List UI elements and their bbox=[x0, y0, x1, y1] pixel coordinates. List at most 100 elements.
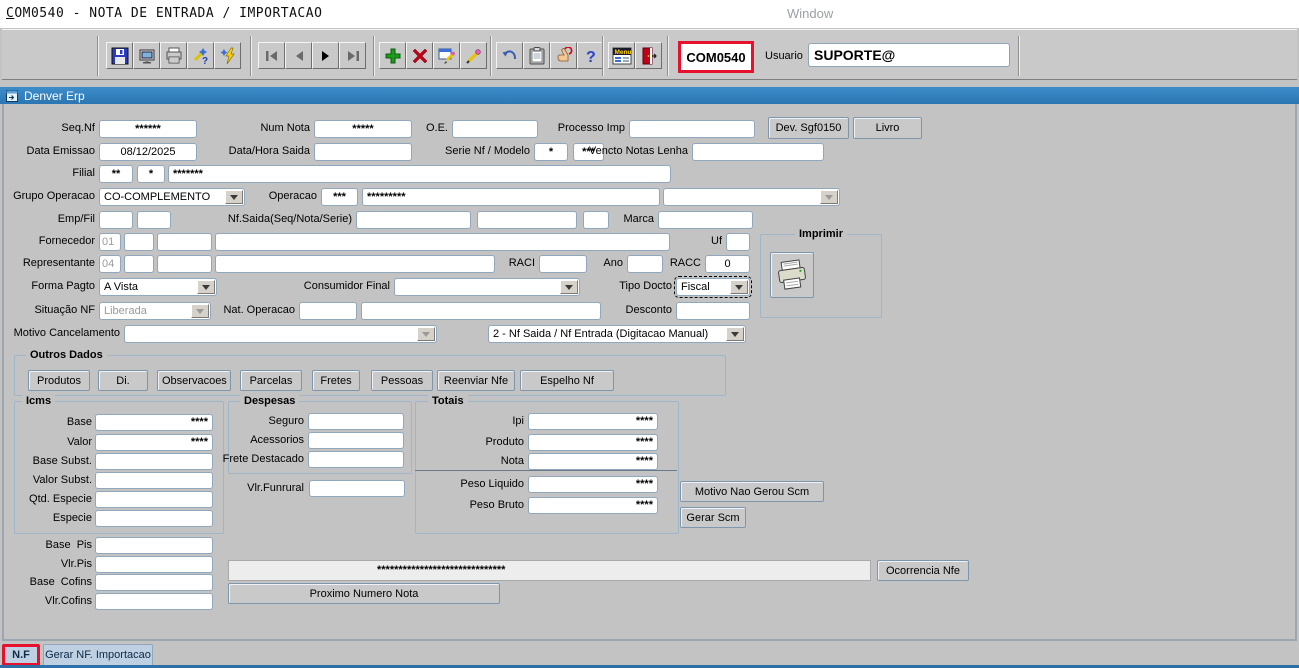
acessorios-field[interactable] bbox=[308, 432, 404, 449]
tab-nf[interactable]: N.F bbox=[2, 644, 40, 666]
fretes-button[interactable]: Fretes bbox=[312, 370, 360, 391]
filial-field-2[interactable]: * bbox=[137, 165, 165, 183]
operacao-descricao-field[interactable]: ********* bbox=[362, 188, 660, 206]
chevron-down-icon[interactable] bbox=[197, 280, 215, 294]
chevron-down-icon[interactable] bbox=[225, 190, 243, 204]
filial-field-1[interactable]: ** bbox=[99, 165, 133, 183]
peso-bruto-label: Peso Bruto bbox=[469, 499, 524, 511]
operacao-codigo-field[interactable]: *** bbox=[321, 188, 358, 206]
seguro-field[interactable] bbox=[308, 413, 404, 430]
usuario-label: Usuario bbox=[765, 50, 803, 62]
data-emissao-field[interactable]: 08/12/2025 bbox=[99, 143, 197, 161]
help-button[interactable]: ? bbox=[577, 42, 604, 69]
peso-liquido-field[interactable]: **** bbox=[528, 476, 658, 493]
previous-record-button[interactable] bbox=[285, 42, 312, 69]
keys-button[interactable] bbox=[550, 42, 577, 69]
fornecedor-nome-field[interactable] bbox=[215, 233, 670, 251]
base-pis-field[interactable] bbox=[95, 537, 213, 554]
undo-button[interactable] bbox=[496, 42, 523, 69]
parcelas-button[interactable]: Parcelas bbox=[240, 370, 302, 391]
peso-bruto-field[interactable]: **** bbox=[528, 497, 658, 514]
fornecedor-seq-field[interactable] bbox=[157, 233, 212, 251]
raci-field[interactable] bbox=[539, 255, 587, 273]
livro-button[interactable]: Livro bbox=[853, 117, 922, 139]
fornecedor-codigo-field[interactable] bbox=[124, 233, 154, 251]
nf-saida-nota-field[interactable] bbox=[477, 211, 577, 229]
ano-field[interactable] bbox=[627, 255, 663, 273]
print-button[interactable] bbox=[160, 42, 187, 69]
enter-query-button[interactable]: ? bbox=[187, 42, 214, 69]
representante-tipo-field[interactable]: 04 bbox=[99, 255, 121, 273]
next-record-button[interactable] bbox=[312, 42, 339, 69]
grupo-operacao-select[interactable]: CO-COMPLEMENTO bbox=[99, 188, 245, 206]
fil-field[interactable] bbox=[137, 211, 171, 229]
tab-gerar-nf-importacao[interactable]: Gerar NF. Importacao bbox=[43, 644, 153, 666]
emp-field[interactable] bbox=[99, 211, 133, 229]
window-menu[interactable]: Window bbox=[787, 6, 833, 21]
motivo-nao-gerou-scm-button[interactable]: Motivo Nao Gerou Scm bbox=[680, 481, 824, 502]
chevron-down-icon[interactable] bbox=[730, 280, 748, 294]
seq-nf-field[interactable]: ****** bbox=[99, 120, 197, 138]
chevron-down-icon[interactable] bbox=[726, 327, 744, 341]
di-button[interactable]: Di. bbox=[98, 370, 148, 391]
last-record-button[interactable] bbox=[339, 42, 366, 69]
vlr-pis-field[interactable] bbox=[95, 556, 213, 573]
representante-nome-field[interactable] bbox=[215, 255, 495, 273]
marca-field[interactable] bbox=[658, 211, 753, 229]
produto-field[interactable]: **** bbox=[528, 434, 658, 451]
nf-saida-seq-field[interactable] bbox=[356, 211, 471, 229]
data-hora-saida-field[interactable] bbox=[314, 143, 412, 161]
usuario-field[interactable]: SUPORTE@ bbox=[808, 43, 1010, 67]
ocorrencia-nfe-button[interactable]: Ocorrencia Nfe bbox=[877, 560, 969, 581]
ipi-field[interactable]: **** bbox=[528, 413, 658, 430]
uf-field[interactable] bbox=[726, 233, 750, 251]
execute-query-button[interactable] bbox=[214, 42, 241, 69]
filial-field-3[interactable]: ******* bbox=[168, 165, 671, 183]
representante-codigo-field[interactable] bbox=[124, 255, 154, 273]
proximo-numero-nota-button[interactable]: Proximo Numero Nota bbox=[228, 583, 500, 604]
frete-destacado-field[interactable] bbox=[308, 451, 404, 468]
representante-seq-field[interactable] bbox=[157, 255, 212, 273]
imprimir-button[interactable] bbox=[770, 252, 814, 298]
nf-saida-serie-field[interactable] bbox=[583, 211, 609, 229]
vlr-funrural-field[interactable] bbox=[309, 480, 405, 497]
observacoes-button[interactable]: Observacoes bbox=[157, 370, 231, 391]
first-record-button[interactable] bbox=[258, 42, 285, 69]
tipo-docto-select[interactable]: Fiscal bbox=[674, 276, 752, 298]
nota-field[interactable]: **** bbox=[528, 453, 658, 470]
oe-field[interactable] bbox=[452, 120, 538, 138]
screen-button[interactable] bbox=[133, 42, 160, 69]
espelho-nf-button[interactable]: Espelho Nf bbox=[520, 370, 614, 391]
racc-field[interactable]: 0 bbox=[705, 255, 750, 273]
nat-operacao-descricao-field[interactable] bbox=[361, 302, 601, 320]
base-cofins-field[interactable] bbox=[95, 574, 213, 591]
consumidor-final-select[interactable] bbox=[394, 278, 580, 296]
chevron-down-icon[interactable] bbox=[560, 280, 578, 294]
icms-especie-field[interactable] bbox=[95, 510, 213, 527]
menu-button[interactable]: Menu bbox=[608, 42, 635, 69]
filial-label: Filial bbox=[72, 167, 95, 179]
num-nota-field[interactable]: ***** bbox=[314, 120, 412, 138]
nat-operacao-codigo-field[interactable] bbox=[299, 302, 357, 320]
dev-sgf0150-button[interactable]: Dev. Sgf0150 bbox=[768, 117, 849, 139]
produtos-button[interactable]: Produtos bbox=[28, 370, 90, 391]
tipo-nf-select[interactable]: 2 - Nf Saida / Nf Entrada (Digitacao Man… bbox=[488, 325, 746, 343]
fornecedor-tipo-field[interactable]: 01 bbox=[99, 233, 121, 251]
delete-record-button[interactable] bbox=[406, 42, 433, 69]
insert-record-button[interactable] bbox=[379, 42, 406, 69]
desconto-field[interactable] bbox=[676, 302, 750, 320]
forma-pagto-select[interactable]: A Vista bbox=[99, 278, 217, 296]
vencto-notas-lenha-field[interactable] bbox=[692, 143, 824, 161]
vlr-cofins-field[interactable] bbox=[95, 593, 213, 610]
list-of-values-button[interactable] bbox=[460, 42, 487, 69]
gerar-scm-button[interactable]: Gerar Scm bbox=[680, 507, 746, 528]
reenviar-nfe-button[interactable]: Reenviar Nfe bbox=[437, 370, 515, 391]
serie-field[interactable]: * bbox=[534, 143, 568, 161]
exit-button[interactable] bbox=[635, 42, 662, 69]
clipboard-button[interactable] bbox=[523, 42, 550, 69]
processo-imp-field[interactable] bbox=[629, 120, 755, 138]
save-button[interactable] bbox=[106, 42, 133, 69]
pessoas-button[interactable]: Pessoas bbox=[371, 370, 433, 391]
toolbar-separator bbox=[490, 36, 492, 76]
edit-record-button[interactable] bbox=[433, 42, 460, 69]
